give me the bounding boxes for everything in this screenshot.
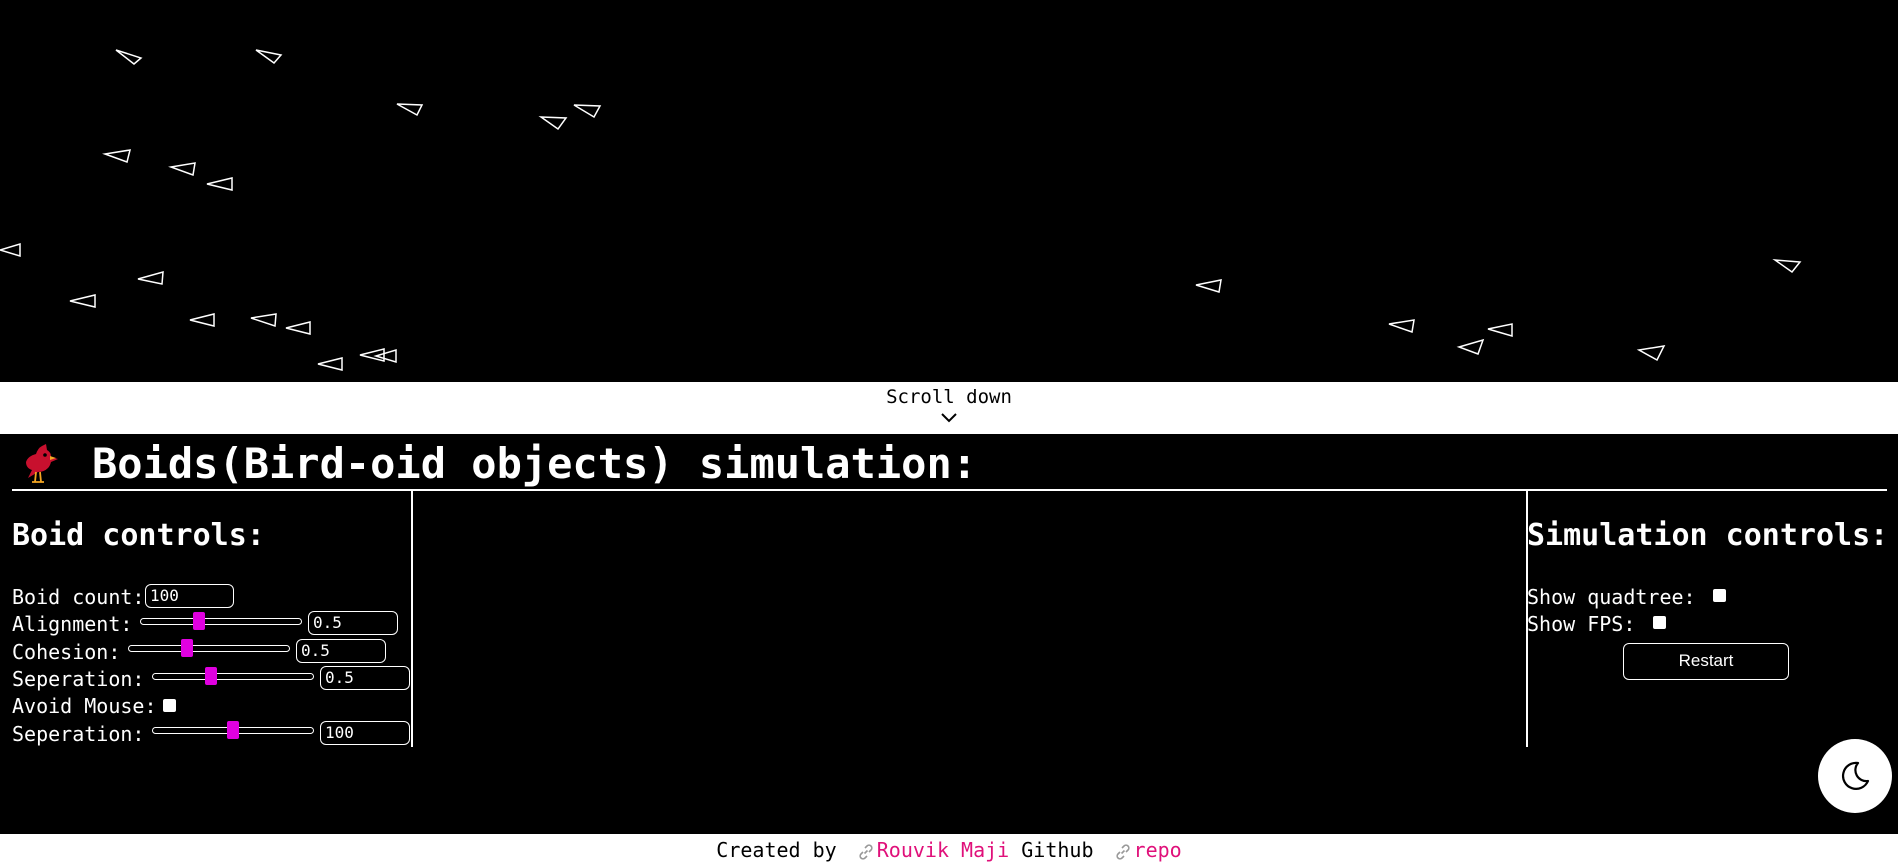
boid-count-input[interactable]: 100: [145, 584, 234, 608]
boid: [1487, 323, 1513, 337]
boid: [1456, 338, 1485, 355]
cohesion-input[interactable]: 0.5: [296, 639, 386, 663]
alignment-input[interactable]: 0.5: [308, 611, 398, 635]
simulation-controls-title: Simulation controls:: [1527, 518, 1889, 553]
boid-controls-title: Boid controls:: [12, 518, 265, 553]
slider-thumb[interactable]: [227, 721, 239, 739]
boid: [250, 313, 277, 328]
separation-input[interactable]: 0.5: [320, 666, 410, 690]
show-fps-label: Show FPS:: [1527, 612, 1636, 636]
boid: [1636, 345, 1666, 362]
page-header: Boids(Bird-oid objects) simulation:: [12, 438, 1887, 488]
boid: [317, 357, 343, 371]
moon-icon: [1841, 761, 1870, 790]
alignment-slider[interactable]: [140, 612, 302, 630]
boid: [137, 270, 164, 285]
scroll-down-label: Scroll down: [886, 386, 1012, 408]
page-title: Boids(Bird-oid objects) simulation:: [92, 439, 978, 488]
separation-distance-slider[interactable]: [152, 721, 314, 739]
show-quadtree-checkbox[interactable]: [1713, 589, 1726, 602]
show-fps-checkbox[interactable]: [1653, 616, 1666, 629]
simulation-canvas[interactable]: [0, 0, 1898, 382]
boid: [396, 103, 424, 117]
separation-label: Seperation:: [12, 667, 145, 691]
repo-link[interactable]: repo: [1134, 838, 1182, 862]
separation-slider[interactable]: [152, 667, 314, 685]
restart-button[interactable]: Restart: [1623, 643, 1789, 680]
bird-icon: [26, 444, 58, 483]
boid: [189, 313, 215, 327]
alignment-label: Alignment:: [12, 612, 133, 636]
boid: [69, 294, 96, 308]
title-divider: [12, 489, 1887, 491]
slider-thumb[interactable]: [180, 639, 193, 657]
link-icon: [1115, 843, 1130, 860]
cohesion-slider[interactable]: [128, 639, 290, 657]
separation-distance-label: Seperation:: [12, 722, 145, 746]
author-link[interactable]: Rouvik Maji: [877, 838, 1009, 862]
boid: [206, 177, 233, 191]
cohesion-label: Cohesion:: [12, 640, 121, 664]
boid: [1388, 319, 1415, 334]
theme-toggle-button[interactable]: [1818, 739, 1892, 813]
boid: [285, 321, 311, 335]
boid: [102, 149, 132, 163]
show-quadtree-label: Show quadtree:: [1527, 585, 1696, 609]
boid: [168, 162, 196, 177]
footer-created-by: Created by: [716, 838, 837, 862]
link-icon: [859, 843, 873, 860]
boid: [538, 116, 568, 131]
slider-thumb[interactable]: [192, 612, 205, 630]
boid: [255, 49, 283, 65]
boid-count-label: Boid count:: [12, 585, 145, 609]
avoid-mouse-checkbox[interactable]: [163, 699, 176, 712]
scroll-down-bar[interactable]: Scroll down: [0, 382, 1898, 434]
boid: [1772, 259, 1802, 274]
left-panel-divider: [411, 491, 413, 747]
boid: [573, 104, 602, 119]
boid: [1195, 279, 1222, 293]
footer: Created by Rouvik Maji Github repo: [0, 834, 1898, 866]
boid: [115, 49, 143, 65]
boid: [0, 242, 21, 258]
avoid-mouse-label: Avoid Mouse:: [12, 694, 157, 718]
separation-distance-input[interactable]: 100: [320, 721, 410, 745]
slider-thumb[interactable]: [204, 667, 217, 685]
chevron-down-icon[interactable]: [939, 412, 959, 424]
footer-github-label: Github: [1021, 838, 1094, 862]
